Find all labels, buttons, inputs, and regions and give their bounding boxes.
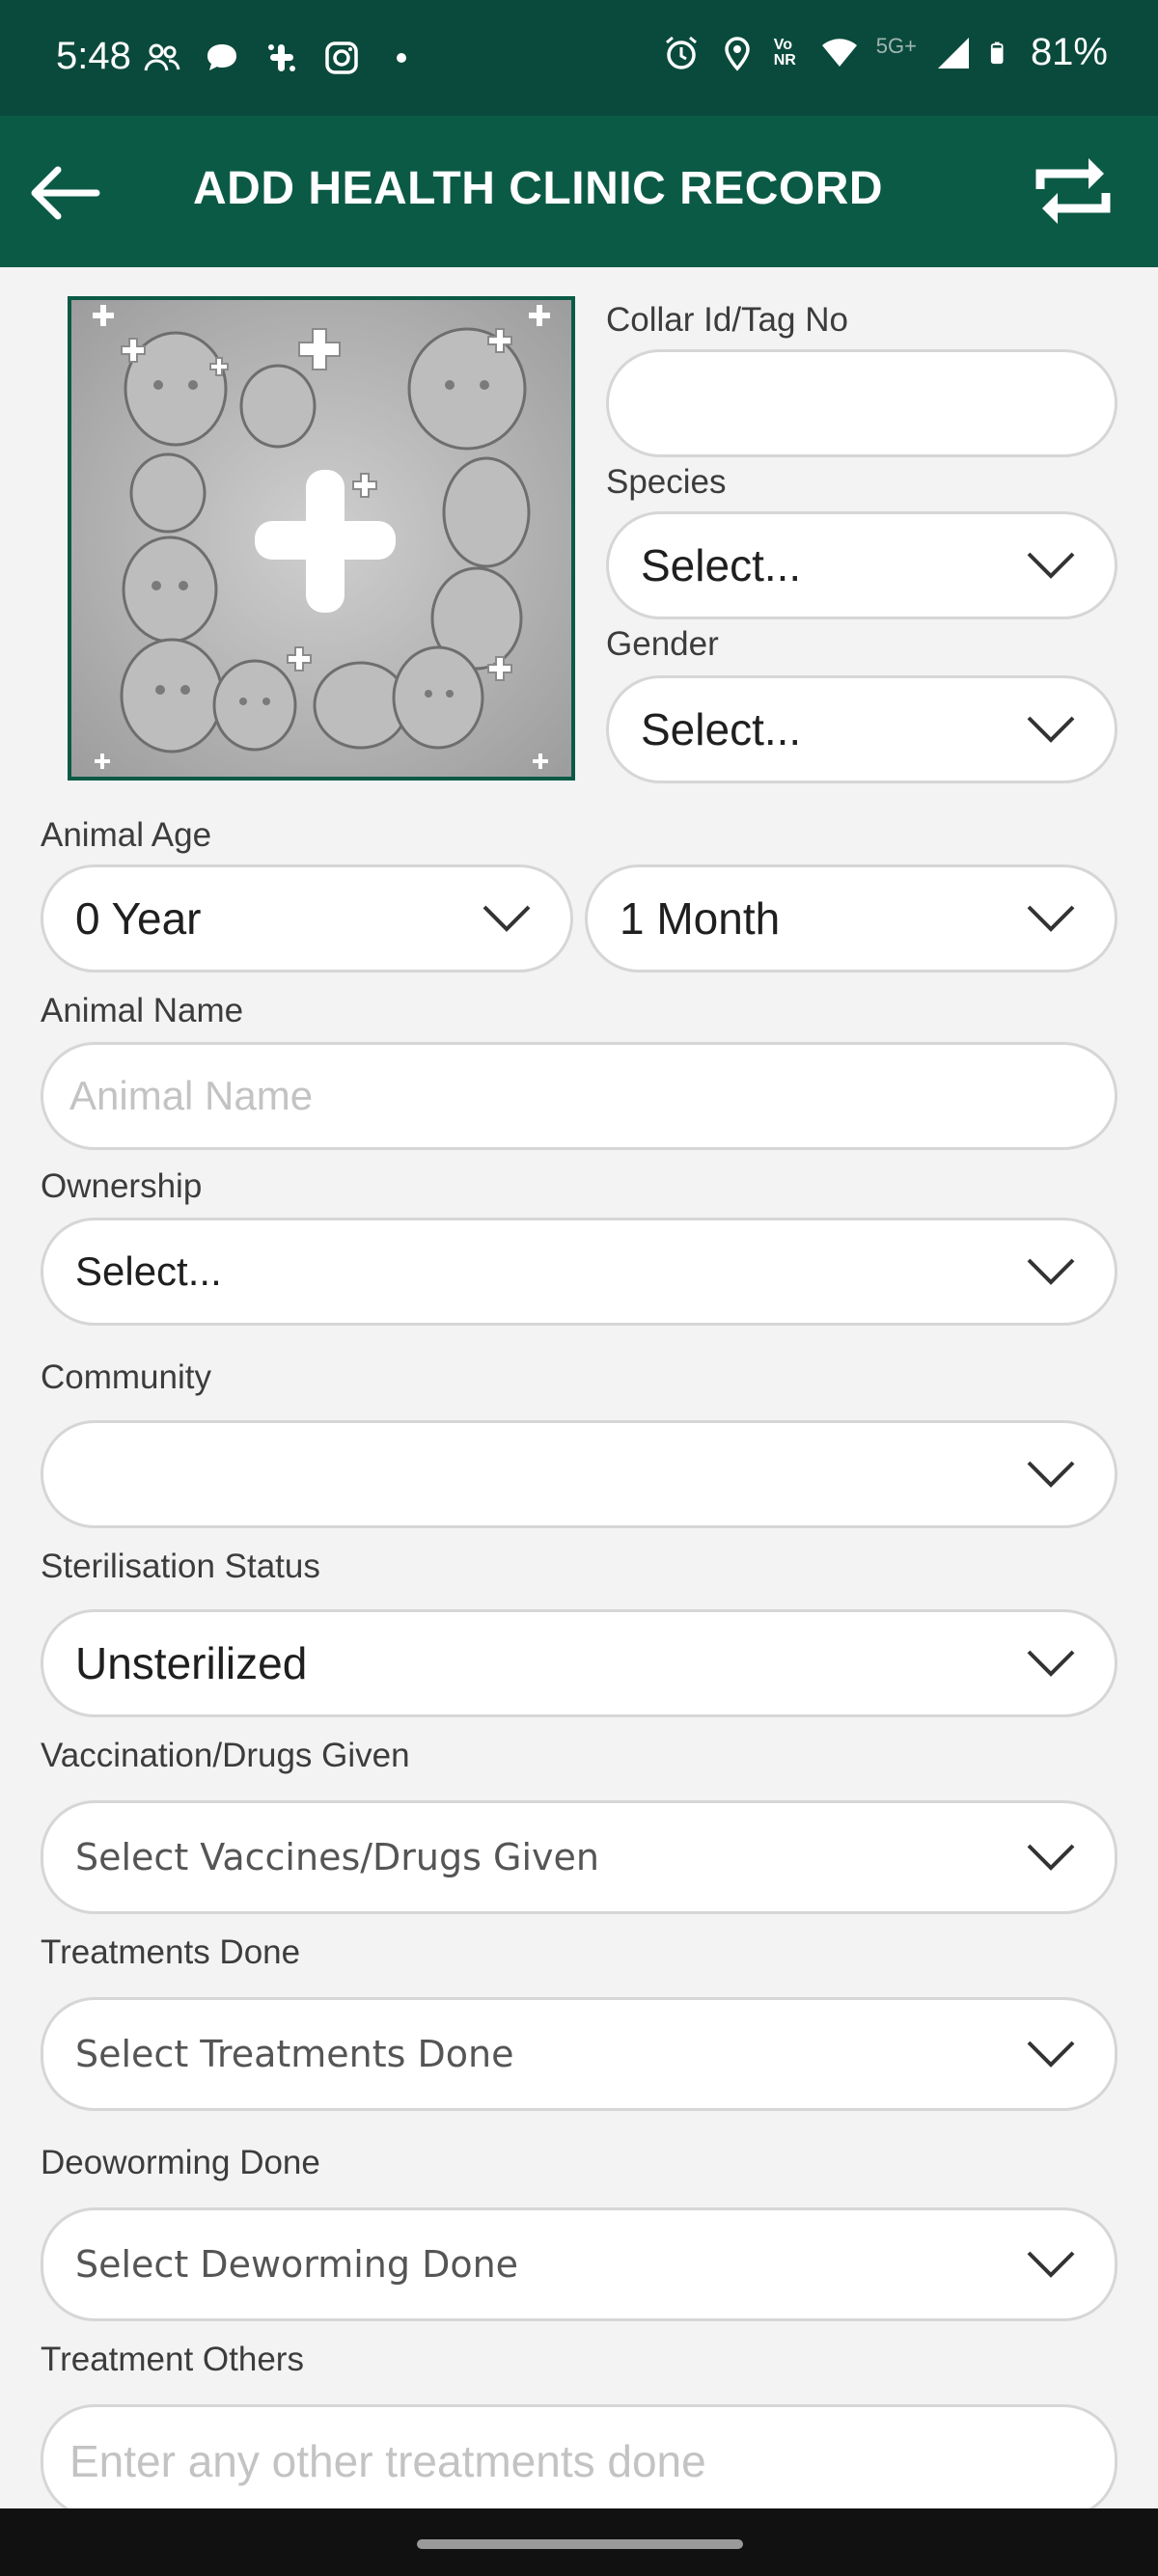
age-years-value: 0 Year bbox=[75, 893, 202, 944]
animal-collage-image bbox=[71, 300, 571, 777]
chevron-down-icon bbox=[1027, 2041, 1075, 2068]
dot-icon bbox=[397, 53, 406, 63]
signal-icon bbox=[937, 37, 969, 69]
people-icon bbox=[144, 43, 180, 71]
alarm-icon bbox=[665, 36, 697, 69]
treatments-done-multiselect[interactable]: Select Treatments Done bbox=[41, 1997, 1117, 2111]
location-icon bbox=[724, 36, 750, 71]
gender-label: Gender bbox=[606, 625, 719, 663]
chevron-down-icon bbox=[1027, 552, 1075, 579]
vaccination-label: Vaccination/Drugs Given bbox=[41, 1737, 410, 1774]
deworming-done-label: Deoworming Done bbox=[41, 2144, 320, 2181]
treatment-others-input[interactable]: Enter any other treatments done bbox=[41, 2404, 1117, 2518]
navigation-bar bbox=[0, 2508, 1158, 2576]
instagram-icon bbox=[325, 41, 358, 74]
ownership-value: Select... bbox=[75, 1248, 222, 1294]
arrow-left-icon[interactable] bbox=[23, 152, 104, 233]
species-label: Species bbox=[606, 463, 727, 501]
home-gesture-handle[interactable] bbox=[417, 2539, 743, 2549]
treatment-others-placeholder: Enter any other treatments done bbox=[69, 2436, 706, 2486]
treatment-others-label: Treatment Others bbox=[41, 2341, 304, 2378]
slack-icon bbox=[268, 44, 295, 71]
network-type: 5G+ bbox=[875, 33, 917, 58]
volte-indicator: Vo NR bbox=[773, 36, 796, 69]
animal-name-placeholder: Animal Name bbox=[69, 1073, 314, 1118]
animal-name-label: Animal Name bbox=[41, 992, 244, 1029]
sterilisation-status-label: Sterilisation Status bbox=[41, 1548, 320, 1585]
page-title: ADD HEALTH CLINIC RECORD bbox=[193, 163, 884, 214]
sterilisation-status-dropdown[interactable]: Unsterilized bbox=[41, 1609, 1117, 1717]
add-photo-button[interactable] bbox=[68, 296, 575, 781]
species-value: Select... bbox=[641, 540, 802, 590]
collar-id-label: Collar Id/Tag No bbox=[606, 301, 848, 339]
gender-value: Select... bbox=[641, 704, 802, 754]
chevron-down-icon bbox=[1027, 1650, 1075, 1677]
deworming-done-hint: Select Deworming Done bbox=[75, 2243, 519, 2286]
sterilisation-status-value: Unsterilized bbox=[75, 1638, 308, 1688]
ownership-label: Ownership bbox=[41, 1167, 203, 1205]
community-label: Community bbox=[41, 1358, 211, 1396]
age-years-dropdown[interactable]: 0 Year bbox=[41, 864, 573, 973]
species-dropdown[interactable]: Select... bbox=[606, 511, 1117, 619]
vaccination-hint: Select Vaccines/Drugs Given bbox=[75, 1836, 599, 1878]
chevron-down-icon bbox=[1027, 2251, 1075, 2278]
wifi-icon bbox=[821, 38, 857, 67]
treatments-done-hint: Select Treatments Done bbox=[75, 2033, 514, 2075]
ownership-dropdown[interactable]: Select... bbox=[41, 1218, 1117, 1326]
animal-name-input[interactable]: Animal Name bbox=[41, 1042, 1117, 1150]
gender-dropdown[interactable]: Select... bbox=[606, 675, 1117, 783]
age-months-value: 1 Month bbox=[620, 893, 781, 944]
app-bar: ADD HEALTH CLINIC RECORD bbox=[0, 116, 1158, 267]
chevron-down-icon bbox=[1027, 1844, 1075, 1871]
repeat-icon[interactable] bbox=[1027, 145, 1119, 237]
community-dropdown[interactable] bbox=[41, 1420, 1117, 1528]
vaccination-multiselect[interactable]: Select Vaccines/Drugs Given bbox=[41, 1800, 1117, 1914]
battery-icon bbox=[990, 41, 1004, 64]
chat-bubble-icon bbox=[207, 44, 236, 70]
battery-percent: 81% bbox=[1030, 31, 1108, 73]
collar-id-input[interactable] bbox=[606, 349, 1117, 457]
chevron-down-icon bbox=[1027, 905, 1075, 932]
status-time: 5:48 bbox=[56, 35, 131, 77]
chevron-down-icon bbox=[1027, 1461, 1075, 1488]
chevron-down-icon bbox=[482, 905, 531, 932]
treatments-done-label: Treatments Done bbox=[41, 1933, 301, 1971]
status-system-icons: Vo NR 5G+ 81% bbox=[662, 31, 1108, 74]
status-notification-icons bbox=[143, 39, 421, 77]
deworming-done-multiselect[interactable]: Select Deworming Done bbox=[41, 2207, 1117, 2321]
chevron-down-icon bbox=[1027, 1258, 1075, 1285]
status-bar: 5:48 Vo NR 5G+ 81% bbox=[0, 0, 1158, 116]
age-months-dropdown[interactable]: 1 Month bbox=[585, 864, 1117, 973]
animal-age-label: Animal Age bbox=[41, 816, 212, 854]
chevron-down-icon bbox=[1027, 716, 1075, 743]
